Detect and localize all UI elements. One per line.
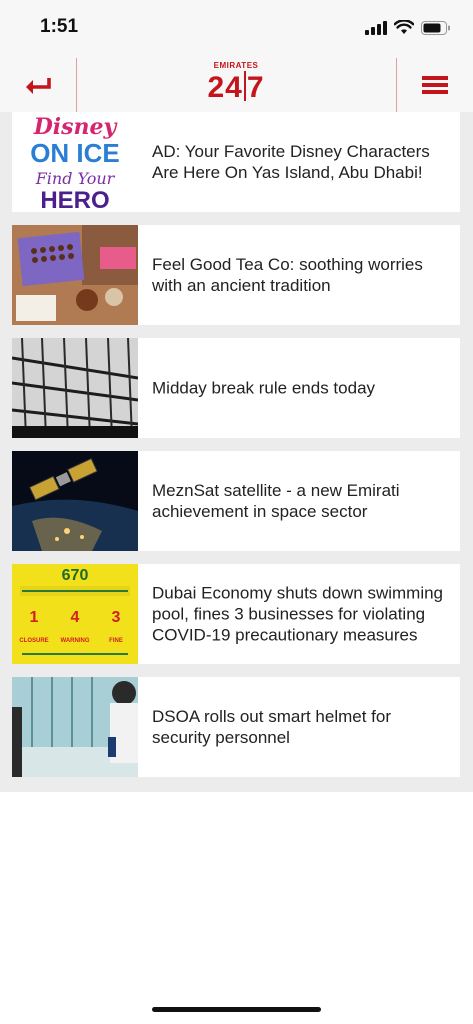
article-title: Dubai Economy shuts down swimming pool, … <box>152 583 444 645</box>
article-title: AD: Your Favorite Disney Characters Are … <box>152 142 430 182</box>
article-thumbnail <box>12 225 138 325</box>
logo-main-text: 24 7 <box>196 71 276 104</box>
thumb-disney-text: Disney <box>33 114 119 140</box>
thumb-onice-text: ON ICE <box>30 138 120 168</box>
article-title: Feel Good Tea Co: soothing worries with … <box>152 255 423 295</box>
app-header: EMIRATES 24 7 <box>0 58 473 113</box>
article-thumbnail <box>12 451 138 551</box>
battery-icon <box>421 20 450 35</box>
article-thumbnail: Disney ON ICE Find Your HERO <box>12 112 138 212</box>
thumb-label-fine: FINE <box>109 638 123 644</box>
article-thumbnail: 670 1 4 3 CLOSURE WARNING FINE <box>12 564 138 664</box>
emirates-247-logo[interactable]: EMIRATES 24 7 <box>196 61 276 107</box>
article-card[interactable]: 670 1 4 3 CLOSURE WARNING FINE Dubai Eco… <box>12 564 460 664</box>
thumb-hero-text: HERO <box>40 187 109 212</box>
thumb-number: 670 <box>62 567 89 584</box>
article-card[interactable]: Feel Good Tea Co: soothing worries with … <box>12 225 460 325</box>
signal-icon <box>365 20 387 35</box>
status-bar: 1:51 <box>0 0 473 58</box>
article-title: Midday break rule ends today <box>152 378 376 398</box>
thumb-count-fine: 3 <box>112 609 121 626</box>
article-card[interactable]: Midday break rule ends today <box>12 338 460 438</box>
back-arrow-icon <box>26 78 51 94</box>
article-title: MeznSat satellite - a new Emirati achiev… <box>152 481 400 521</box>
thumb-findyour-text: Find Your <box>35 169 116 188</box>
logo-top-text: EMIRATES <box>213 61 259 70</box>
home-indicator[interactable] <box>152 1007 321 1012</box>
hamburger-menu-icon <box>422 76 448 94</box>
menu-button[interactable] <box>397 58 473 112</box>
logo-right-number: 7 <box>246 71 265 104</box>
article-card[interactable]: MeznSat satellite - a new Emirati achiev… <box>12 451 460 551</box>
article-card[interactable]: DSOA rolls out smart helmet for security… <box>12 677 460 777</box>
wifi-icon <box>394 20 414 34</box>
thumb-count-warning: 4 <box>71 609 80 626</box>
header-divider-left <box>76 58 77 112</box>
article-thumbnail <box>12 338 138 438</box>
article-thumbnail <box>12 677 138 777</box>
news-feed: Disney ON ICE Find Your HERO AD: Your Fa… <box>0 112 473 792</box>
thumb-label-warning: WARNING <box>61 638 90 644</box>
thumb-count-closure: 1 <box>30 609 39 626</box>
status-time: 1:51 <box>40 16 79 37</box>
back-button[interactable] <box>0 58 76 112</box>
logo-bar <box>243 71 246 101</box>
status-icons <box>365 20 451 35</box>
logo-left-number: 24 <box>207 71 243 104</box>
article-title: DSOA rolls out smart helmet for security… <box>152 707 392 747</box>
thumb-label-closure: CLOSURE <box>19 638 48 644</box>
article-card[interactable]: Disney ON ICE Find Your HERO AD: Your Fa… <box>12 112 460 212</box>
